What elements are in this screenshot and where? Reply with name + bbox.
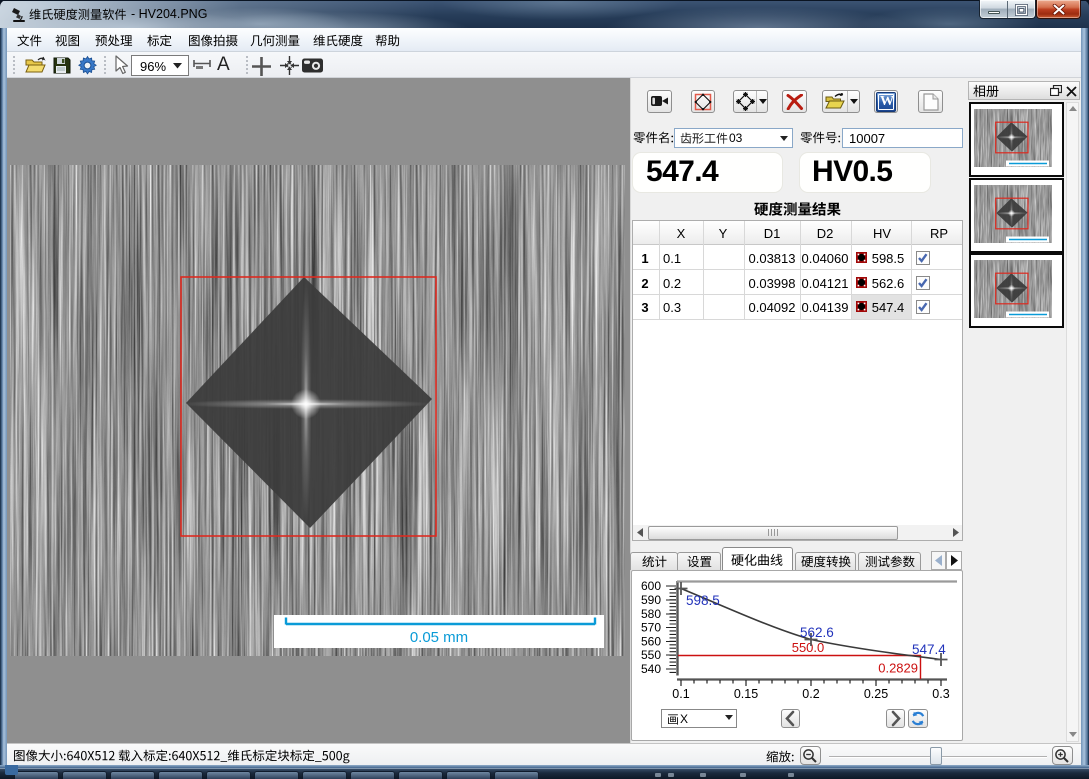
svg-text:0.2: 0.2 — [802, 687, 819, 701]
svg-text:550.0: 550.0 — [792, 640, 825, 655]
svg-text:0.05 mm: 0.05 mm — [410, 629, 468, 646]
svg-text:600: 600 — [641, 579, 661, 593]
svg-text:0.15: 0.15 — [734, 687, 758, 701]
svg-text:0.2829: 0.2829 — [878, 661, 918, 676]
svg-text:562.6: 562.6 — [800, 625, 834, 640]
svg-text:540: 540 — [641, 662, 661, 676]
svg-text:590: 590 — [641, 593, 661, 607]
svg-text:570: 570 — [641, 621, 661, 635]
svg-text:0.1: 0.1 — [672, 687, 689, 701]
svg-text:550: 550 — [641, 648, 661, 662]
svg-text:0.3: 0.3 — [932, 687, 949, 701]
svg-text:0.25: 0.25 — [864, 687, 888, 701]
svg-text:560: 560 — [641, 635, 661, 649]
svg-text:547.4: 547.4 — [912, 642, 946, 657]
svg-text:598.5: 598.5 — [686, 593, 720, 608]
svg-text:580: 580 — [641, 607, 661, 621]
